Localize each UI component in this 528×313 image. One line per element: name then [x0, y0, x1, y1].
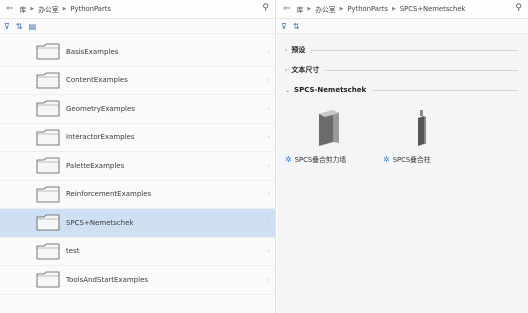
- sort-icon[interactable]: ⇅: [293, 22, 300, 31]
- section-spcs-nemetschek[interactable]: ⌄ SPCS-Nemetschek: [277, 82, 528, 98]
- folder-row[interactable]: InteractorExamples ›: [0, 124, 275, 152]
- breadcrumb-item[interactable]: SPCS+Nemetschek: [400, 5, 466, 13]
- section-title: SPCS-Nemetschek: [294, 86, 367, 94]
- breadcrumb: 库 ▶ 办公室 ▶ PythonParts ▶ SPCS+Nemetschek: [297, 4, 466, 14]
- right-address-bar: ⇐ 库 ▶ 办公室 ▶ PythonParts ▶ SPCS+Nemetsche…: [277, 0, 528, 19]
- chevron-right-icon: ▶: [62, 6, 67, 12]
- back-arrow-icon[interactable]: ⇐: [283, 4, 291, 14]
- breadcrumb-item[interactable]: PythonParts: [347, 5, 388, 13]
- chevron-right-icon: ›: [267, 76, 270, 85]
- library-folder-pane: ⇐ 库 ▶ 办公室 ▶ PythonParts ⚲ ⊽ ⇅ ▤ BasisExa…: [0, 0, 276, 313]
- chevron-right-icon: ›: [285, 46, 288, 54]
- chevron-right-icon: ›: [267, 247, 270, 256]
- chevron-right-icon: ›: [267, 47, 270, 56]
- chevron-down-icon: ⌄: [285, 86, 291, 94]
- folder-row[interactable]: GeometryExamples ›: [0, 95, 275, 124]
- breadcrumb-item[interactable]: 库: [297, 4, 304, 14]
- breadcrumb-item[interactable]: 库: [20, 4, 27, 14]
- chevron-right-icon: ›: [267, 161, 270, 170]
- folder-row[interactable]: BasisExamples ›: [0, 38, 275, 67]
- item-grid: ✲ SPCS叠合剪力墙 ✲ SPCS叠合柱: [277, 98, 528, 170]
- chevron-right-icon: ›: [267, 104, 270, 113]
- folder-label: test: [66, 247, 80, 256]
- item-tile-wall[interactable]: ✲ SPCS叠合剪力墙: [285, 104, 377, 164]
- folder-label: BasisExamples: [66, 47, 119, 56]
- column-thumbnail-icon: [411, 110, 435, 146]
- folder-icon: [36, 43, 60, 60]
- chevron-right-icon: ›: [267, 190, 270, 199]
- breadcrumb: 库 ▶ 办公室 ▶ PythonParts: [20, 4, 111, 14]
- search-icon[interactable]: ⚲: [515, 3, 522, 13]
- divider: [325, 69, 518, 71]
- right-toolbar: ⊽ ⇅: [277, 19, 528, 34]
- divider: [372, 89, 518, 91]
- chevron-right-icon: ›: [267, 275, 270, 284]
- folder-icon: [36, 72, 60, 89]
- item-tile-column[interactable]: ✲ SPCS叠合柱: [383, 104, 475, 164]
- folder-row[interactable]: test ›: [0, 238, 275, 266]
- chevron-right-icon: ›: [267, 133, 270, 142]
- breadcrumb-item[interactable]: PythonParts: [70, 5, 111, 13]
- section-title: 文本尺寸: [291, 66, 320, 74]
- back-arrow-icon[interactable]: ⇐: [6, 4, 14, 14]
- folder-row[interactable]: ContentExamples ›: [0, 67, 275, 95]
- breadcrumb-item[interactable]: 办公室: [315, 4, 335, 14]
- left-toolbar: ⊽ ⇅ ▤: [0, 19, 275, 34]
- item-label: SPCS叠合柱: [392, 156, 431, 164]
- folder-icon: [36, 271, 60, 288]
- chevron-right-icon: ▶: [30, 6, 35, 12]
- chevron-right-icon: ›: [285, 66, 288, 74]
- section-title: 预设: [291, 46, 306, 54]
- folder-row[interactable]: PaletteExamples ›: [0, 152, 275, 181]
- folder-icon: [36, 100, 60, 117]
- folder-label: ToolsAndStartExamples: [66, 275, 149, 284]
- folder-row[interactable]: SPCS+Nemetschek ›: [0, 209, 275, 238]
- divider: [311, 49, 518, 51]
- chevron-right-icon: ▶: [339, 6, 344, 12]
- wall-thumbnail-icon: [309, 110, 345, 146]
- filter-icon[interactable]: ⊽: [281, 22, 287, 31]
- chevron-right-icon: ›: [267, 218, 270, 227]
- item-label: SPCS叠合剪力墙: [294, 156, 347, 164]
- folder-label: SPCS+Nemetschek: [66, 218, 134, 227]
- chevron-right-icon: ▶: [391, 6, 396, 12]
- folder-label: ReinforcementExamples: [66, 190, 152, 199]
- search-icon[interactable]: ⚲: [262, 3, 269, 13]
- folder-icon: [36, 243, 60, 260]
- folder-label: ContentExamples: [66, 76, 128, 85]
- pythonpart-icon: ✲: [383, 154, 390, 164]
- folder-row[interactable]: ReinforcementExamples ›: [0, 181, 275, 209]
- folder-list: BasisExamples › ContentExamples › GeometryEx…: [0, 38, 275, 295]
- folder-label: GeometryExamples: [66, 104, 135, 113]
- folder-row[interactable]: ToolsAndStartExamples ›: [0, 266, 275, 295]
- breadcrumb-item[interactable]: 办公室: [38, 4, 58, 14]
- sort-icon[interactable]: ⇅: [16, 22, 23, 31]
- folder-icon: [36, 157, 60, 174]
- filter-icon[interactable]: ⊽: [4, 22, 10, 31]
- folder-icon: [36, 214, 60, 231]
- folder-icon: [36, 186, 60, 203]
- folder-view-icon[interactable]: ▤: [29, 22, 37, 31]
- section-presets[interactable]: › 预设: [277, 42, 528, 58]
- left-address-bar: ⇐ 库 ▶ 办公室 ▶ PythonParts ⚲: [0, 0, 275, 19]
- chevron-right-icon: ▶: [307, 6, 312, 12]
- library-content-pane: ⇐ 库 ▶ 办公室 ▶ PythonParts ▶ SPCS+Nemetsche…: [277, 0, 528, 313]
- folder-label: InteractorExamples: [66, 133, 135, 142]
- pythonpart-icon: ✲: [285, 154, 292, 164]
- folder-label: PaletteExamples: [66, 161, 125, 170]
- section-text-size[interactable]: › 文本尺寸: [277, 62, 528, 78]
- folder-icon: [36, 129, 60, 146]
